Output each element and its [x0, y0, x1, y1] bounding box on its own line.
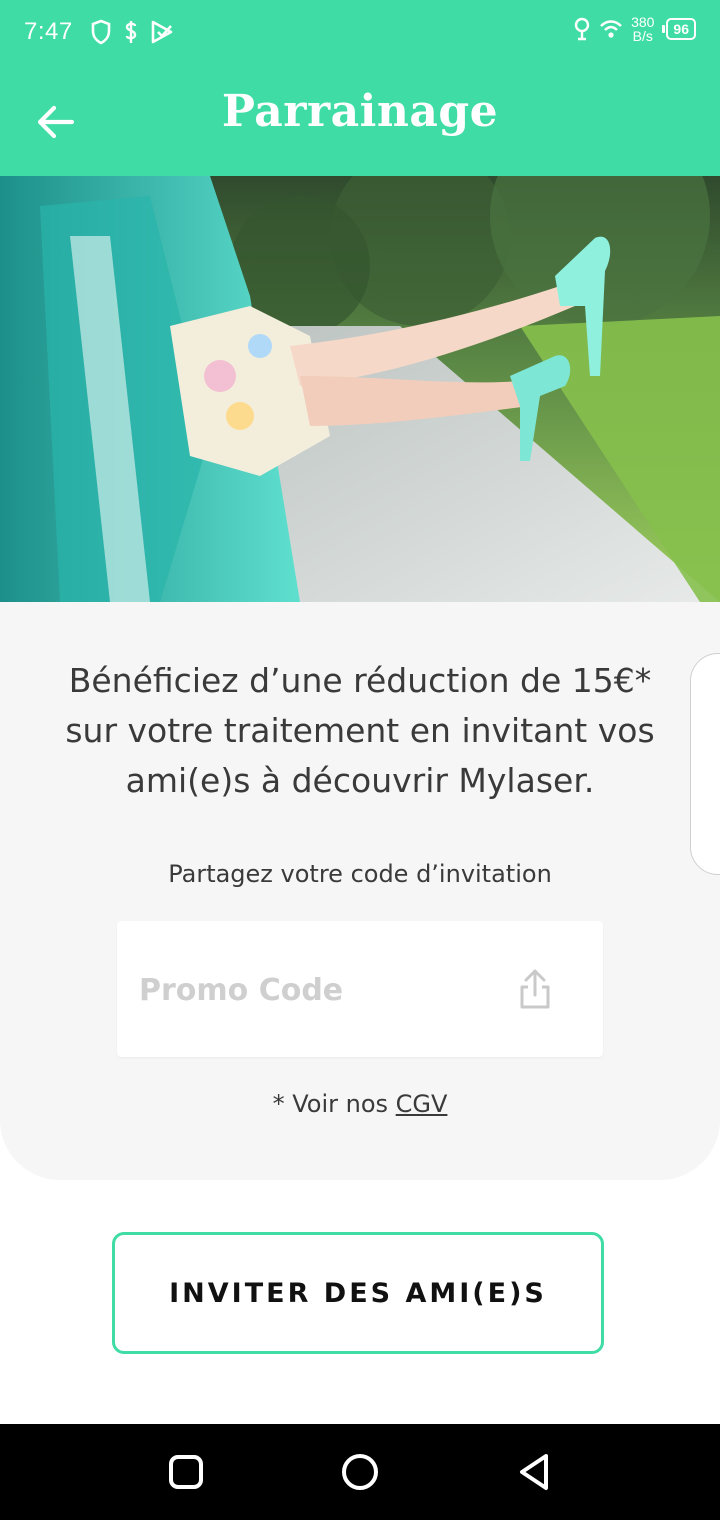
triangle-back-icon: [520, 1454, 548, 1490]
net-speed-unit: B/s: [632, 28, 653, 44]
home-button[interactable]: [338, 1450, 382, 1494]
square-icon: [169, 1455, 203, 1489]
status-bar: 7:47 380 B/s 96: [0, 0, 720, 66]
promo-code-box: [117, 921, 603, 1057]
dollar-icon: [125, 21, 137, 43]
share-button[interactable]: [517, 967, 553, 1011]
status-right-icons: 380 B/s 96: [573, 15, 696, 43]
shield-icon: [91, 19, 111, 45]
hero-image: [0, 176, 720, 602]
status-time: 7:47: [24, 18, 73, 45]
recents-button[interactable]: [164, 1450, 208, 1494]
circle-icon: [342, 1454, 378, 1490]
battery-level: 96: [666, 18, 696, 40]
battery-icon: 96: [662, 18, 696, 40]
cgv-note: * Voir nos CGV: [0, 1090, 720, 1118]
promo-code-field[interactable]: [137, 961, 501, 1019]
invite-friends-button[interactable]: INVITER DES AMI(E)S: [112, 1232, 604, 1354]
wifi-icon: [600, 20, 622, 38]
share-code-label: Partagez votre code d’invitation: [168, 860, 552, 888]
side-drawer-handle[interactable]: [690, 653, 720, 875]
share-icon: [520, 969, 550, 1009]
back-nav-button[interactable]: [512, 1450, 556, 1494]
play-store-icon: [151, 20, 173, 44]
status-left-icons: [90, 19, 174, 45]
net-speed-value: 380: [631, 14, 655, 30]
app-bar: Parrainage: [0, 66, 720, 176]
system-nav-bar: [0, 1424, 720, 1520]
net-speed: 380 B/s: [631, 15, 654, 43]
cgv-link[interactable]: CGV: [396, 1090, 448, 1118]
cgv-prefix: * Voir nos: [272, 1090, 396, 1118]
page-title: Parrainage: [221, 86, 499, 137]
location-icon: [574, 17, 590, 41]
referral-headline: Bénéficiez d’une réduction de 15€* sur v…: [65, 661, 655, 800]
